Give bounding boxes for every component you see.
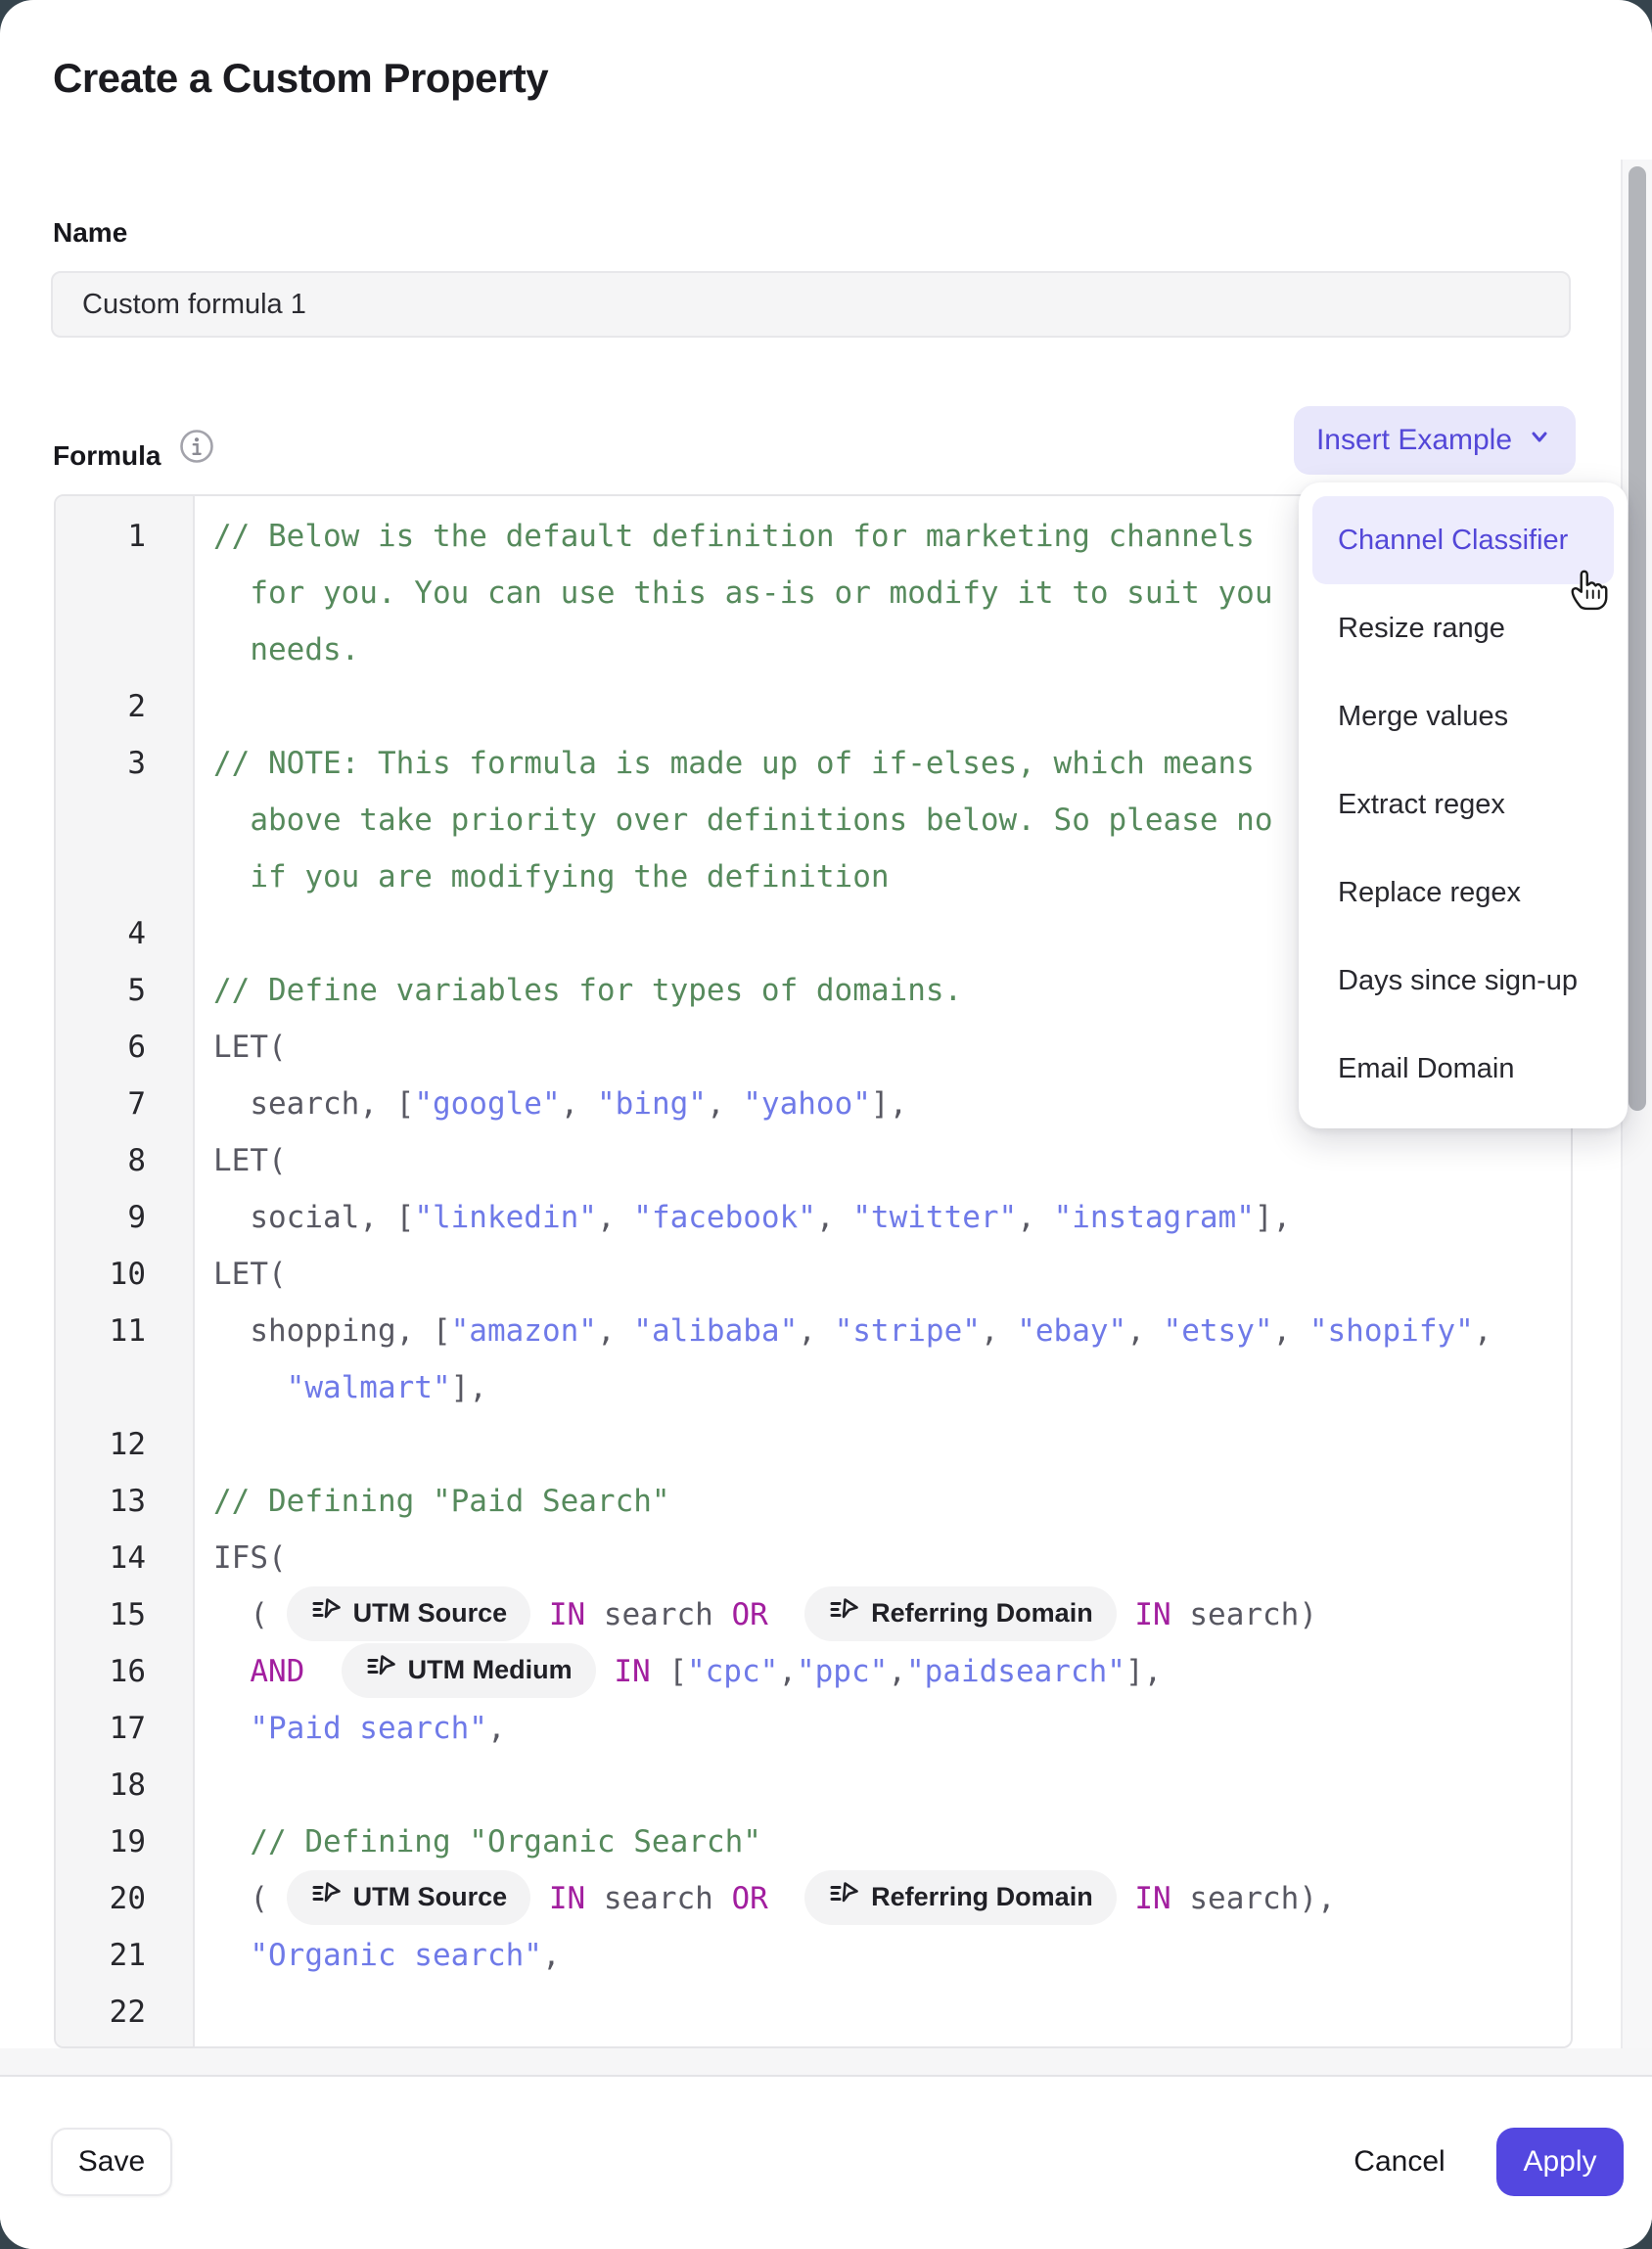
code-line: "walmart"], xyxy=(193,1359,1571,1416)
line-number: 17 xyxy=(56,1700,193,1757)
code-row: 16 AND UTM Medium IN ["cpc","ppc","paids… xyxy=(56,1643,1571,1700)
formula-label: Formula xyxy=(53,440,161,472)
code-line: IFS( xyxy=(193,1530,1571,1586)
code-row: "walmart"], xyxy=(56,1359,1571,1416)
line-number: 10 xyxy=(56,1246,193,1303)
menu-item-merge-values[interactable]: Merge values xyxy=(1312,672,1614,760)
line-number: 6 xyxy=(56,1019,193,1076)
insert-example-label: Insert Example xyxy=(1316,424,1512,457)
line-number: 21 xyxy=(56,1927,193,1984)
line-number: 8 xyxy=(56,1132,193,1189)
insert-field-icon xyxy=(310,1594,342,1632)
line-number: 16 xyxy=(56,1643,193,1700)
code-line xyxy=(193,1984,1571,2041)
field-pill-utm-source[interactable]: UTM Source xyxy=(287,1870,531,1925)
code-line: LET( xyxy=(193,1132,1571,1189)
code-row: 17 "Paid search", xyxy=(56,1700,1571,1757)
insert-field-icon xyxy=(365,1651,396,1689)
code-row: 9 social, ["linkedin", "facebook", "twit… xyxy=(56,1189,1571,1246)
field-pill-label: Referring Domain xyxy=(871,1598,1093,1629)
line-number: 11 xyxy=(56,1303,193,1359)
code-line xyxy=(193,1416,1571,1473)
name-input-value: Custom formula 1 xyxy=(82,289,306,321)
line-number xyxy=(56,849,193,905)
line-number: 19 xyxy=(56,1813,193,1870)
field-pill-referring-domain[interactable]: Referring Domain xyxy=(804,1870,1117,1925)
field-pill-referring-domain[interactable]: Referring Domain xyxy=(804,1586,1117,1641)
create-custom-property-dialog: Create a Custom Property Name Custom for… xyxy=(0,0,1652,2249)
page-title: Create a Custom Property xyxy=(53,55,548,102)
save-button[interactable]: Save xyxy=(51,2128,172,2196)
field-pill-label: UTM Source xyxy=(353,1882,508,1912)
code-row: 13// Defining "Paid Search" xyxy=(56,1473,1571,1530)
line-number: 14 xyxy=(56,1530,193,1586)
code-line: "Organic search", xyxy=(193,1927,1571,1984)
code-row: 10LET( xyxy=(56,1246,1571,1303)
code-line: AND UTM Medium IN ["cpc","ppc","paidsear… xyxy=(193,1643,1571,1700)
cancel-button[interactable]: Cancel xyxy=(1323,2128,1476,2196)
code-row: 11 shopping, ["amazon", "alibaba", "stri… xyxy=(56,1303,1571,1359)
menu-item-email-domain[interactable]: Email Domain xyxy=(1312,1025,1614,1113)
code-row: 15 ( UTM Source IN search OR Referring D… xyxy=(56,1586,1571,1643)
content-footer-divider xyxy=(0,2048,1652,2077)
field-pill-label: UTM Source xyxy=(353,1598,508,1629)
insert-field-icon xyxy=(828,1594,859,1632)
code-line: LET( xyxy=(193,1246,1571,1303)
dialog-footer: Save Cancel Apply xyxy=(0,2077,1652,2249)
line-number: 20 xyxy=(56,1870,193,1927)
insert-field-icon xyxy=(310,1878,342,1916)
menu-item-days-since-sign-up[interactable]: Days since sign-up xyxy=(1312,937,1614,1025)
chevron-down-icon xyxy=(1526,423,1553,458)
line-number: 15 xyxy=(56,1586,193,1643)
scrollbar-thumb[interactable] xyxy=(1629,166,1646,1111)
apply-button[interactable]: Apply xyxy=(1496,2128,1624,2196)
scrollbar-track[interactable] xyxy=(1621,160,1652,2075)
line-number xyxy=(56,1359,193,1416)
line-number: 5 xyxy=(56,962,193,1019)
code-row: 12 xyxy=(56,1416,1571,1473)
code-line: // Defining "Paid Search" xyxy=(193,1473,1571,1530)
code-row: 8LET( xyxy=(56,1132,1571,1189)
name-input[interactable]: Custom formula 1 xyxy=(51,271,1571,338)
code-line: "Paid search", xyxy=(193,1700,1571,1757)
menu-item-replace-regex[interactable]: Replace regex xyxy=(1312,849,1614,937)
line-number: 4 xyxy=(56,905,193,962)
code-row: 22 xyxy=(56,1984,1571,2041)
line-number xyxy=(56,621,193,678)
code-row: 14IFS( xyxy=(56,1530,1571,1586)
code-row: 21 "Organic search", xyxy=(56,1927,1571,1984)
code-row: 19 // Defining "Organic Search" xyxy=(56,1813,1571,1870)
field-pill-utm-medium[interactable]: UTM Medium xyxy=(342,1643,596,1698)
code-line: social, ["linkedin", "facebook", "twitte… xyxy=(193,1189,1571,1246)
line-number: 12 xyxy=(56,1416,193,1473)
info-icon xyxy=(179,429,214,469)
field-pill-label: Referring Domain xyxy=(871,1882,1093,1912)
line-number: 18 xyxy=(56,1757,193,1813)
line-number: 13 xyxy=(56,1473,193,1530)
line-number: 7 xyxy=(56,1076,193,1132)
field-pill-label: UTM Medium xyxy=(408,1655,573,1685)
hand-cursor-icon xyxy=(1566,566,1613,618)
line-number: 2 xyxy=(56,678,193,735)
line-number: 3 xyxy=(56,735,193,792)
insert-field-icon xyxy=(828,1878,859,1916)
line-number xyxy=(56,792,193,849)
line-number xyxy=(56,565,193,621)
line-number: 22 xyxy=(56,1984,193,2041)
code-row: 18 xyxy=(56,1757,1571,1813)
code-line: // Defining "Organic Search" xyxy=(193,1813,1571,1870)
menu-item-extract-regex[interactable]: Extract regex xyxy=(1312,760,1614,849)
line-number: 9 xyxy=(56,1189,193,1246)
code-line xyxy=(193,1757,1571,1813)
code-line: ( UTM Source IN search OR Referring Doma… xyxy=(193,1586,1571,1643)
code-row: 20 ( UTM Source IN search OR Referring D… xyxy=(56,1870,1571,1927)
code-line: shopping, ["amazon", "alibaba", "stripe"… xyxy=(193,1303,1571,1359)
name-label: Name xyxy=(53,217,127,249)
code-line: ( UTM Source IN search OR Referring Doma… xyxy=(193,1870,1571,1927)
field-pill-utm-source[interactable]: UTM Source xyxy=(287,1586,531,1641)
line-number: 1 xyxy=(56,508,193,565)
insert-example-button[interactable]: Insert Example xyxy=(1294,406,1576,475)
